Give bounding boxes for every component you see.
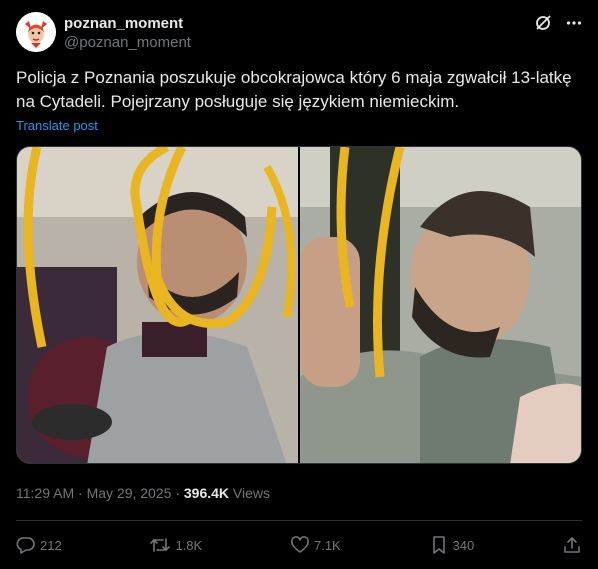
author-handle[interactable]: @poznan_moment <box>64 33 191 53</box>
suspect-photo-front[interactable] <box>17 147 298 463</box>
bookmark-icon <box>429 535 449 555</box>
like-icon <box>290 535 310 555</box>
meta-separator: · <box>175 485 180 501</box>
views-label: Views <box>232 485 271 501</box>
meta-separator: · <box>78 485 83 501</box>
header-icons <box>534 14 582 32</box>
views-count: 396.4K <box>183 485 230 501</box>
more-icon[interactable] <box>566 15 582 31</box>
repost-button[interactable]: 1.8K <box>149 535 202 555</box>
bookmark-count: 340 <box>452 537 475 553</box>
reply-count: 212 <box>40 537 62 553</box>
reply-icon <box>16 535 36 555</box>
suspect-photo-side[interactable] <box>300 147 581 463</box>
like-button[interactable]: 7.1K <box>290 535 341 555</box>
media-grid <box>16 146 582 464</box>
post: poznan_moment @poznan_moment Policja z P… <box>0 0 598 569</box>
bookmark-button[interactable]: 340 <box>429 535 475 555</box>
action-bar: 212 1.8K 7.1K 340 <box>16 533 582 557</box>
post-time[interactable]: 11:29 AM <box>16 485 74 501</box>
repost-count: 1.8K <box>175 537 203 553</box>
post-meta: 11:29 AM · May 29, 2025 · 396.4K Views <box>16 485 270 501</box>
like-count: 7.1K <box>313 537 341 553</box>
avatar[interactable] <box>16 12 56 52</box>
avatar-mascot-icon <box>16 12 56 52</box>
repost-icon <box>149 535 171 555</box>
author-names: poznan_moment @poznan_moment <box>64 14 191 53</box>
post-header: poznan_moment @poznan_moment <box>16 12 582 54</box>
post-date[interactable]: May 29, 2025 <box>87 485 172 501</box>
translate-link[interactable]: Translate post <box>16 118 98 133</box>
reply-button[interactable]: 212 <box>16 535 62 555</box>
author-display-name[interactable]: poznan_moment <box>64 14 191 33</box>
share-icon <box>562 535 582 555</box>
share-button[interactable] <box>562 535 582 555</box>
divider <box>16 520 582 521</box>
tweet-text: Policja z Poznania poszukuje obcokrajowc… <box>16 68 572 111</box>
grok-icon[interactable] <box>534 14 552 32</box>
